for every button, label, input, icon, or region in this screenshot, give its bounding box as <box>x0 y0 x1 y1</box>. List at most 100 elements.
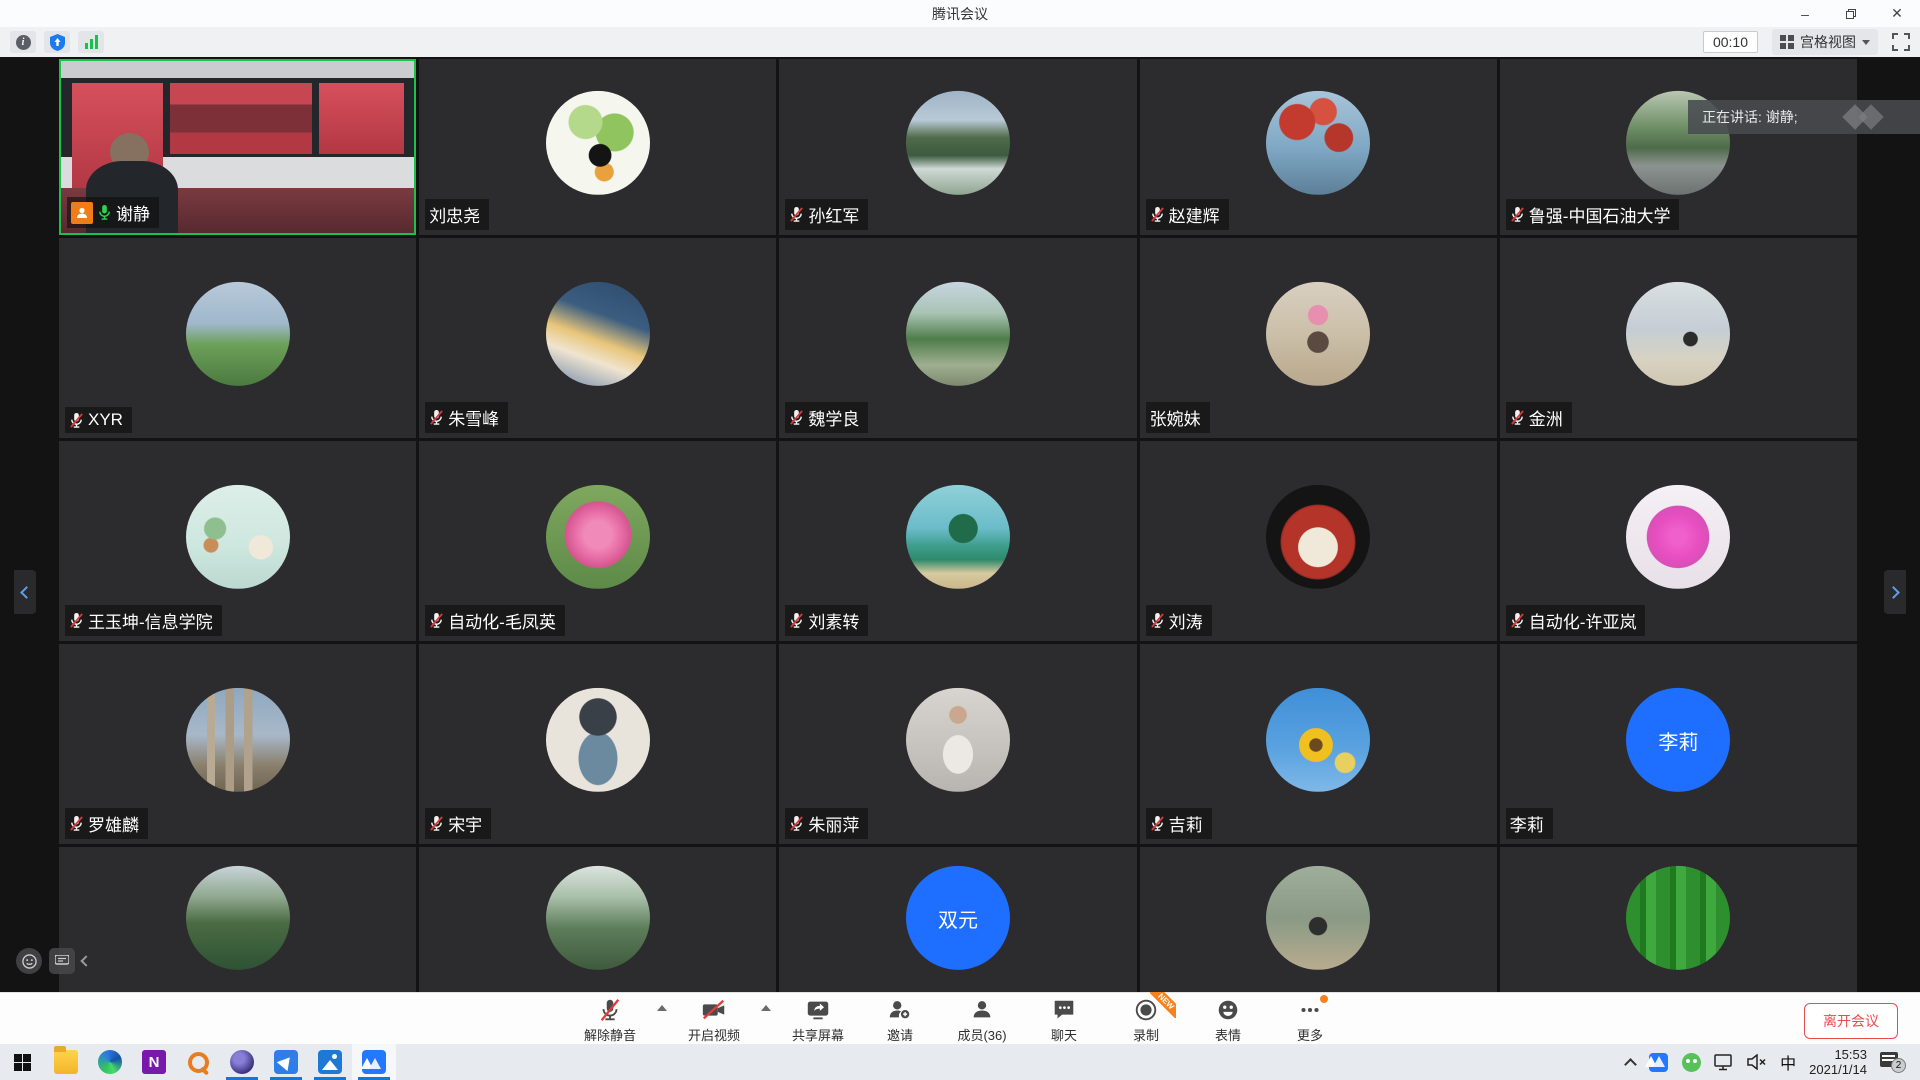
participant-tile[interactable]: 朱丽萍 <box>779 644 1136 844</box>
video-options-expander[interactable] <box>758 1005 774 1011</box>
participant-name-label: XYR <box>65 407 132 433</box>
security-button[interactable] <box>44 31 70 53</box>
chevron-right-icon <box>1887 586 1900 599</box>
participant-name: 朱丽萍 <box>808 811 859 836</box>
caption-button[interactable] <box>49 948 75 974</box>
tray-expand-chevron[interactable] <box>1624 1058 1637 1071</box>
record-button[interactable]: NEW 录制 <box>1108 993 1184 1044</box>
tray-wechat[interactable] <box>1681 1052 1701 1072</box>
participant-tile[interactable]: 王玉坤-信息学院 <box>59 441 416 641</box>
file-explorer-button[interactable] <box>44 1044 88 1080</box>
signal-bars-icon <box>85 35 98 49</box>
participant-tile[interactable]: XYR <box>59 238 416 438</box>
participant-tile[interactable]: 李莉 李莉 <box>1500 644 1857 844</box>
mic-muted-icon <box>429 815 444 832</box>
edge-icon <box>98 1050 122 1074</box>
tray-meeting-app[interactable] <box>1648 1052 1668 1072</box>
action-center-button[interactable]: 2 <box>1880 1051 1906 1073</box>
view-mode-selector[interactable]: 宫格视图 <box>1772 29 1878 55</box>
quick-actions <box>16 948 90 974</box>
mic-muted-icon <box>429 409 444 426</box>
participant-avatar <box>546 866 650 970</box>
participant-avatar <box>1266 282 1370 386</box>
window-title: 腾讯会议 <box>932 4 988 24</box>
participant-name: 王玉坤-信息学院 <box>88 608 213 633</box>
mic-muted-icon <box>1150 815 1165 832</box>
status-bar: i 00:10 宫格视图 <box>0 27 1920 57</box>
person-icon <box>969 997 995 1023</box>
participant-tile[interactable]: 谢静 <box>59 59 416 235</box>
next-page-button[interactable] <box>1884 570 1906 614</box>
mic-muted-icon <box>789 409 804 426</box>
triangle-up-icon <box>761 1005 771 1011</box>
participant-tile[interactable] <box>1140 847 1497 997</box>
close-button[interactable]: ✕ <box>1874 0 1920 27</box>
minimize-button[interactable]: – <box>1782 0 1828 27</box>
reaction-emoji-button[interactable] <box>16 948 42 974</box>
invite-button[interactable]: 邀请 <box>862 993 938 1044</box>
participant-tile[interactable]: 吉莉 <box>1140 644 1497 844</box>
unmute-button[interactable]: 解除静音 <box>572 993 648 1044</box>
start-video-button[interactable]: 开启视频 <box>676 993 752 1044</box>
onenote-button[interactable]: N <box>132 1044 176 1080</box>
participant-tile[interactable]: 自动化-毛凤英 <box>419 441 776 641</box>
meeting-watermark-logo <box>1840 104 1892 130</box>
participant-tile[interactable]: 鲁强-中国石油大学 <box>1500 59 1857 235</box>
windows-taskbar: N 中 15:53 2021/1/14 2 <box>0 1044 1920 1080</box>
participant-name-label: 金洲 <box>1506 402 1572 433</box>
leave-meeting-button[interactable]: 离开会议 <box>1804 1003 1898 1039</box>
participant-tile[interactable]: 魏学良 <box>779 238 1136 438</box>
participant-tile[interactable]: 金洲 <box>1500 238 1857 438</box>
network-quality-button[interactable] <box>78 31 104 53</box>
participant-avatar: 双元 <box>906 866 1010 970</box>
participant-tile[interactable]: 自动化-许亚岚 <box>1500 441 1857 641</box>
input-method-indicator[interactable]: 中 <box>1780 1050 1796 1074</box>
participant-tile[interactable]: 双元 <box>779 847 1136 997</box>
meeting-toolbar: 解除静音 开启视频 共享屏幕 邀请 <box>0 992 1920 1044</box>
photos-app-button[interactable] <box>308 1044 352 1080</box>
start-button[interactable] <box>0 1044 44 1080</box>
collapse-chevron-icon[interactable] <box>80 955 91 966</box>
participant-tile[interactable]: 张婉妹 <box>1140 238 1497 438</box>
tray-network[interactable] <box>1714 1052 1734 1072</box>
chat-button[interactable]: 聊天 <box>1026 993 1102 1044</box>
emoji-button[interactable]: 表情 <box>1190 993 1266 1044</box>
meeting-info-button[interactable]: i <box>10 31 36 53</box>
mic-active-icon <box>97 204 112 221</box>
participant-name-label: 自动化-毛凤英 <box>425 605 565 636</box>
participant-name: 李莉 <box>1510 811 1544 836</box>
participant-tile[interactable] <box>419 847 776 997</box>
participant-name-label: 刘涛 <box>1146 605 1212 636</box>
tray-volume-muted[interactable] <box>1747 1052 1767 1072</box>
paper-plane-icon <box>274 1050 298 1074</box>
participant-tile[interactable]: 赵建辉 <box>1140 59 1497 235</box>
participant-avatar: 李莉 <box>1626 688 1730 792</box>
taskbar-clock[interactable]: 15:53 2021/1/14 <box>1809 1047 1867 1077</box>
participant-tile[interactable]: 孙红军 <box>779 59 1136 235</box>
share-screen-button[interactable]: 共享屏幕 <box>780 993 856 1044</box>
participant-tile[interactable]: 刘素转 <box>779 441 1136 641</box>
participant-tile[interactable]: 刘忠尧 <box>419 59 776 235</box>
tencent-meeting-app-button[interactable] <box>352 1044 396 1080</box>
participant-name-label: 孙红军 <box>785 199 868 230</box>
docs-app-button[interactable] <box>264 1044 308 1080</box>
participant-tile[interactable]: 刘涛 <box>1140 441 1497 641</box>
participant-tile[interactable] <box>59 847 416 997</box>
restore-button[interactable] <box>1828 0 1874 27</box>
previous-page-button[interactable] <box>14 570 36 614</box>
participant-tile[interactable] <box>1500 847 1857 997</box>
audio-options-expander[interactable] <box>654 1005 670 1011</box>
members-button[interactable]: 成员(36) <box>944 993 1020 1044</box>
participant-tile[interactable]: 宋宇 <box>419 644 776 844</box>
participant-name-label: 刘素转 <box>785 605 868 636</box>
browser-app-button[interactable] <box>220 1044 264 1080</box>
edge-browser-button[interactable] <box>88 1044 132 1080</box>
participant-name: 朱雪峰 <box>448 405 499 430</box>
search-app-button[interactable] <box>176 1044 220 1080</box>
participant-tile[interactable]: 罗雄麟 <box>59 644 416 844</box>
participant-tile[interactable]: 朱雪峰 <box>419 238 776 438</box>
participant-name-label: 王玉坤-信息学院 <box>65 605 222 636</box>
more-button[interactable]: 更多 <box>1272 993 1348 1044</box>
fullscreen-button[interactable] <box>1892 33 1910 51</box>
search-icon <box>186 1050 210 1074</box>
